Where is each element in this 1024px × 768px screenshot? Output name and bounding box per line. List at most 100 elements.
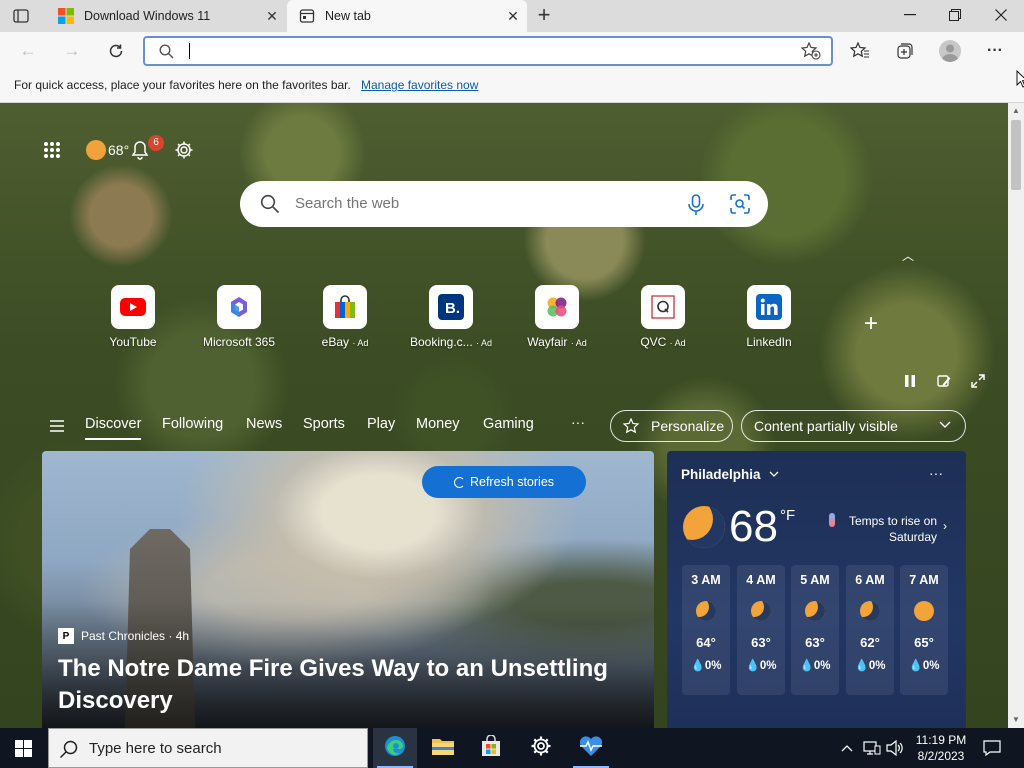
manage-favorites-link[interactable]: Manage favorites now	[361, 78, 478, 92]
ad-label: · Ad	[669, 338, 686, 348]
weather-forecast-note[interactable]: Temps to rise on Saturday	[827, 513, 937, 545]
raindrop-icon: 💧	[745, 660, 760, 672]
settings-more-icon[interactable]: ···	[984, 40, 1006, 62]
quick-link-linkedin[interactable]: LinkedIn	[714, 285, 824, 349]
hourly-forecast-4am[interactable]: 4 AM 63° 💧0%	[737, 565, 785, 695]
taskbar-health-app[interactable]	[569, 728, 613, 768]
browser-toolbar: ← → ···	[0, 32, 1024, 70]
sun-icon	[914, 601, 934, 621]
address-input[interactable]	[187, 41, 787, 61]
add-favorite-icon[interactable]	[800, 41, 821, 65]
notification-center-icon[interactable]	[980, 728, 1004, 768]
quick-link-label: QVC	[640, 335, 667, 349]
quick-link-wayfair[interactable]: Wayfair · Ad	[502, 285, 612, 349]
scroll-up-arrow-icon[interactable]: ▲	[1008, 103, 1024, 119]
tab-discover[interactable]: Discover	[85, 416, 142, 440]
scrollbar-thumb[interactable]	[1011, 120, 1021, 190]
web-search-box[interactable]: Search the web	[240, 181, 768, 227]
voice-search-icon[interactable]	[686, 194, 706, 221]
quick-link-microsoft365[interactable]: Microsoft 365	[184, 285, 294, 349]
visual-search-icon[interactable]	[730, 194, 750, 219]
restore-button[interactable]	[932, 0, 978, 30]
quick-link-ebay[interactable]: eBay · Ad	[290, 285, 400, 349]
page-settings-gear-icon[interactable]	[174, 140, 194, 160]
tab-gaming[interactable]: Gaming	[483, 416, 534, 432]
back-button[interactable]: ←	[16, 39, 40, 63]
tab-actions-icon[interactable]	[10, 6, 32, 26]
hamburger-menu-icon[interactable]	[50, 419, 64, 437]
content-visibility-label: Content partially visible	[754, 418, 898, 434]
hourly-forecast-7am[interactable]: 7 AM 65° 💧0%	[900, 565, 948, 695]
quick-link-youtube[interactable]: YouTube	[78, 285, 188, 349]
taskbar-search-box[interactable]: Type here to search	[48, 728, 368, 768]
personalize-icon	[623, 418, 641, 434]
favorites-hint: For quick access, place your favorites h…	[14, 78, 351, 92]
clock-time: 11:19 PM	[915, 733, 967, 747]
tab-new-tab[interactable]: New tab ✕	[287, 0, 527, 32]
notification-bell-icon[interactable]	[130, 140, 150, 160]
close-window-button[interactable]	[978, 0, 1024, 30]
close-icon[interactable]: ✕	[499, 2, 527, 30]
collapse-chevron-icon[interactable]: ︿	[902, 247, 914, 264]
hourly-forecast-5am[interactable]: 5 AM 63° 💧0%	[791, 565, 839, 695]
refresh-stories-button[interactable]: Refresh stories	[422, 466, 586, 498]
volume-icon[interactable]	[884, 728, 906, 768]
taskbar-edge[interactable]	[373, 728, 417, 768]
chevron-right-icon[interactable]: ›	[943, 519, 947, 533]
page-scrollbar[interactable]: ▲ ▼	[1008, 103, 1024, 728]
weather-city: Philadelphia	[681, 467, 761, 482]
quick-link-booking[interactable]: B. Booking.c... · Ad	[396, 285, 506, 349]
weather-chip[interactable]: 68°	[86, 140, 129, 160]
close-icon[interactable]: ✕	[258, 2, 286, 30]
network-icon[interactable]	[861, 728, 883, 768]
collections-icon[interactable]	[894, 40, 916, 62]
start-logo-pane	[15, 749, 23, 757]
tab-download-windows[interactable]: Download Windows 11 ✕	[46, 0, 286, 32]
taskbar-file-explorer[interactable]	[421, 728, 465, 768]
hourly-forecast-6am[interactable]: 6 AM 62° 💧0%	[846, 565, 894, 695]
mouse-pointer-icon	[1016, 70, 1024, 88]
quick-link-qvc[interactable]: QVC · Ad	[608, 285, 718, 349]
tab-sports[interactable]: Sports	[303, 416, 345, 432]
scroll-down-arrow-icon[interactable]: ▼	[1008, 712, 1024, 728]
hour-precip: 0%	[813, 660, 831, 672]
favorites-icon[interactable]	[849, 40, 871, 62]
minimize-button[interactable]	[887, 0, 933, 30]
expand-icon[interactable]	[970, 373, 986, 389]
tab-following[interactable]: Following	[162, 416, 223, 432]
hour-time: 6 AM	[855, 573, 885, 587]
forward-button[interactable]: →	[60, 39, 84, 63]
start-logo-pane	[24, 740, 32, 748]
content-visibility-dropdown[interactable]: Content partially visible	[741, 410, 966, 442]
tab-news[interactable]: News	[246, 416, 282, 432]
hero-story-card[interactable]: Refresh stories P Past Chronicles · 4h T…	[42, 451, 654, 728]
refresh-button[interactable]	[104, 39, 128, 63]
edit-background-icon[interactable]	[936, 373, 952, 389]
newtab-icon	[299, 8, 315, 24]
settings-gear-icon	[530, 735, 552, 762]
hour-temp: 63°	[751, 635, 771, 650]
add-quick-link-button[interactable]: +	[864, 310, 878, 338]
story-headline[interactable]: The Notre Dame Fire Gives Way to an Unse…	[58, 653, 618, 717]
taskbar-store[interactable]	[469, 728, 513, 768]
profile-avatar[interactable]	[939, 40, 961, 62]
tab-money[interactable]: Money	[416, 416, 460, 432]
search-icon	[260, 194, 280, 219]
hourly-forecast-3am[interactable]: 3 AM 64° 💧0%	[682, 565, 730, 695]
pause-background-icon[interactable]	[902, 373, 918, 389]
address-bar[interactable]	[143, 36, 833, 66]
apps-launcher-icon[interactable]	[42, 140, 62, 160]
feed-more-button[interactable]: ···	[571, 414, 585, 430]
taskbar-settings[interactable]	[519, 728, 563, 768]
chevron-up-icon[interactable]	[838, 728, 856, 768]
ad-label: · Ad	[570, 338, 587, 348]
weather-location[interactable]: Philadelphia	[681, 467, 779, 482]
tab-strip: Download Windows 11 ✕ New tab ✕ +	[0, 0, 1024, 32]
weather-more-icon[interactable]: ···	[929, 465, 943, 481]
personalize-button[interactable]: Personalize	[610, 410, 733, 442]
taskbar-clock[interactable]: 11:19 PM 8/2/2023	[908, 732, 974, 764]
new-tab-button[interactable]: +	[532, 4, 556, 28]
start-button[interactable]	[15, 740, 32, 757]
tab-play[interactable]: Play	[367, 416, 395, 432]
refresh-stories-label: Refresh stories	[469, 475, 555, 489]
